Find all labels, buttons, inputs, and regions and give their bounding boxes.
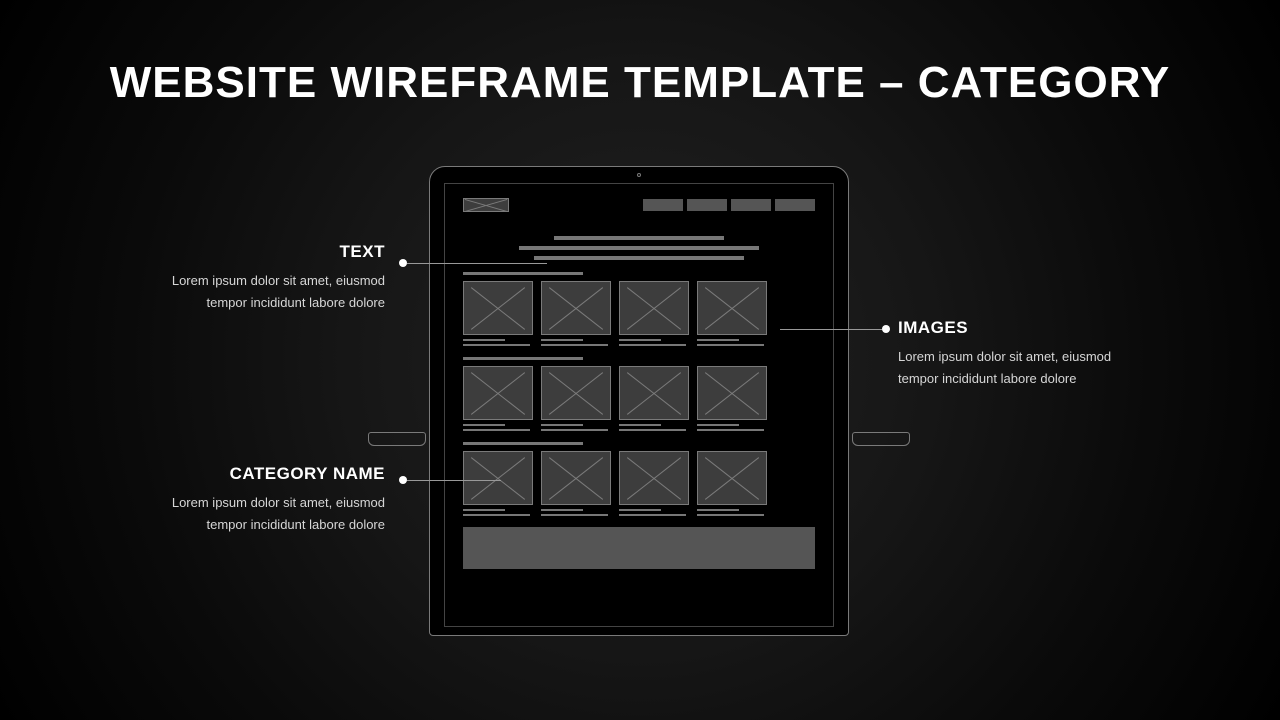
callout-text-heading: TEXT: [130, 242, 385, 262]
callout-text: TEXT Lorem ipsum dolor sit amet, eiusmod…: [130, 242, 385, 314]
callout-text-body: Lorem ipsum dolor sit amet, eiusmod temp…: [130, 270, 385, 314]
image-placeholder: [619, 451, 689, 505]
caption-placeholder: [541, 424, 611, 434]
nav-placeholder: [643, 199, 815, 211]
caption-placeholder: [697, 509, 767, 519]
callout-dot: [399, 259, 407, 267]
category-title-placeholder: [463, 442, 583, 445]
caption-placeholder: [463, 424, 533, 434]
image-placeholder: [697, 451, 767, 505]
callout-category: CATEGORY NAME Lorem ipsum dolor sit amet…: [130, 464, 385, 536]
image-placeholder: [463, 451, 533, 505]
category-grid: [463, 272, 815, 519]
category-row: [463, 357, 815, 434]
slide-title: WEBSITE WIREFRAME TEMPLATE – CATEGORY: [0, 58, 1280, 108]
category-title-placeholder: [463, 272, 583, 275]
caption-placeholder: [619, 424, 689, 434]
caption-placeholder: [463, 339, 533, 349]
image-placeholder: [541, 366, 611, 420]
laptop-mockup: [394, 166, 884, 636]
image-placeholder: [619, 281, 689, 335]
image-placeholder: [541, 451, 611, 505]
category-title-placeholder: [463, 357, 583, 360]
callout-images-body: Lorem ipsum dolor sit amet, eiusmod temp…: [898, 346, 1153, 390]
callout-dot: [399, 476, 407, 484]
image-placeholder: [463, 281, 533, 335]
nav-item-placeholder: [687, 199, 727, 211]
callout-images-heading: IMAGES: [898, 318, 1153, 338]
caption-placeholder: [697, 339, 767, 349]
category-row: [463, 442, 815, 519]
callout-category-body: Lorem ipsum dolor sit amet, eiusmod temp…: [130, 492, 385, 536]
footer-placeholder: [463, 527, 815, 569]
laptop-base-right: [852, 432, 910, 446]
category-row: [463, 272, 815, 349]
callout-category-heading: CATEGORY NAME: [130, 464, 385, 484]
image-placeholder: [697, 366, 767, 420]
callout-connector: [407, 480, 501, 481]
nav-item-placeholder: [775, 199, 815, 211]
caption-placeholder: [541, 339, 611, 349]
image-placeholder: [463, 366, 533, 420]
callout-images: IMAGES Lorem ipsum dolor sit amet, eiusm…: [898, 318, 1153, 390]
nav-item-placeholder: [643, 199, 683, 211]
logo-placeholder: [463, 198, 509, 212]
intro-text-placeholder: [463, 236, 815, 260]
caption-placeholder: [697, 424, 767, 434]
caption-placeholder: [541, 509, 611, 519]
image-placeholder: [619, 366, 689, 420]
callout-connector: [780, 329, 882, 330]
caption-placeholder: [463, 509, 533, 519]
caption-placeholder: [619, 339, 689, 349]
wireframe-screen: [444, 183, 834, 627]
wireframe-header: [463, 198, 815, 212]
callout-dot: [882, 325, 890, 333]
laptop-body: [429, 166, 849, 636]
nav-item-placeholder: [731, 199, 771, 211]
callout-connector: [407, 263, 547, 264]
camera-icon: [637, 173, 641, 177]
image-placeholder: [541, 281, 611, 335]
caption-placeholder: [619, 509, 689, 519]
laptop-base-left: [368, 432, 426, 446]
image-placeholder: [697, 281, 767, 335]
